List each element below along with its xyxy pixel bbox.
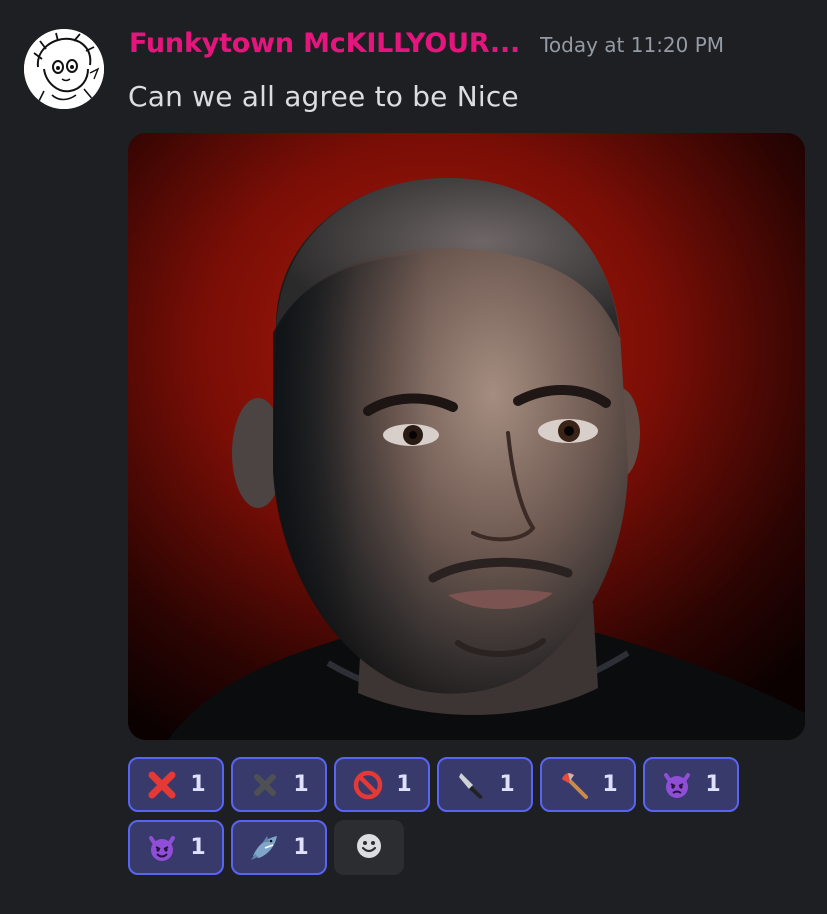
kitchen-knife-icon: [455, 769, 487, 801]
reaction-axe[interactable]: 1: [540, 757, 636, 812]
reaction-angry-devil[interactable]: 1: [643, 757, 739, 812]
reaction-count: 1: [190, 835, 206, 860]
prohibited-icon: [352, 769, 384, 801]
reaction-multiplication-x[interactable]: 1: [231, 757, 327, 812]
reaction-count: 1: [602, 772, 618, 797]
message-header: Funkytown McKILLYOUR... Today at 11:20 P…: [129, 28, 724, 68]
reaction-count: 1: [190, 772, 206, 797]
reaction-bar: 1 1 1 1 1 1 1 1: [128, 757, 768, 883]
chat-message: Funkytown McKILLYOUR... Today at 11:20 P…: [0, 0, 827, 914]
message-content: Can we all agree to be Nice: [128, 80, 519, 113]
reaction-cross-mark[interactable]: 1: [128, 757, 224, 812]
portrait-photo: [128, 133, 805, 740]
username[interactable]: Funkytown McKILLYOUR...: [129, 28, 520, 59]
reaction-shark[interactable]: 1: [231, 820, 327, 875]
heavy-multiplication-x-icon: [249, 769, 281, 801]
cross-mark-icon: [146, 769, 178, 801]
smiling-devil-icon: [146, 832, 178, 864]
add-reaction-button[interactable]: [334, 820, 404, 875]
reaction-count: 1: [705, 772, 721, 797]
timestamp[interactable]: Today at 11:20 PM: [540, 33, 724, 57]
reaction-row: 1 1 1 1 1 1: [128, 757, 768, 812]
reaction-prohibited[interactable]: 1: [334, 757, 430, 812]
reaction-row: 1 1: [128, 820, 768, 875]
reaction-count: 1: [396, 772, 412, 797]
avatar-drawing: [24, 29, 104, 109]
avatar[interactable]: [24, 29, 104, 109]
shark-icon: [249, 832, 281, 864]
axe-icon: [558, 769, 590, 801]
reaction-count: 1: [499, 772, 515, 797]
reaction-count: 1: [293, 772, 309, 797]
reaction-count: 1: [293, 835, 309, 860]
image-attachment[interactable]: [128, 133, 805, 740]
add-reaction-icon: [355, 832, 383, 864]
reaction-smiling-devil[interactable]: 1: [128, 820, 224, 875]
reaction-kitchen-knife[interactable]: 1: [437, 757, 533, 812]
angry-devil-icon: [661, 769, 693, 801]
